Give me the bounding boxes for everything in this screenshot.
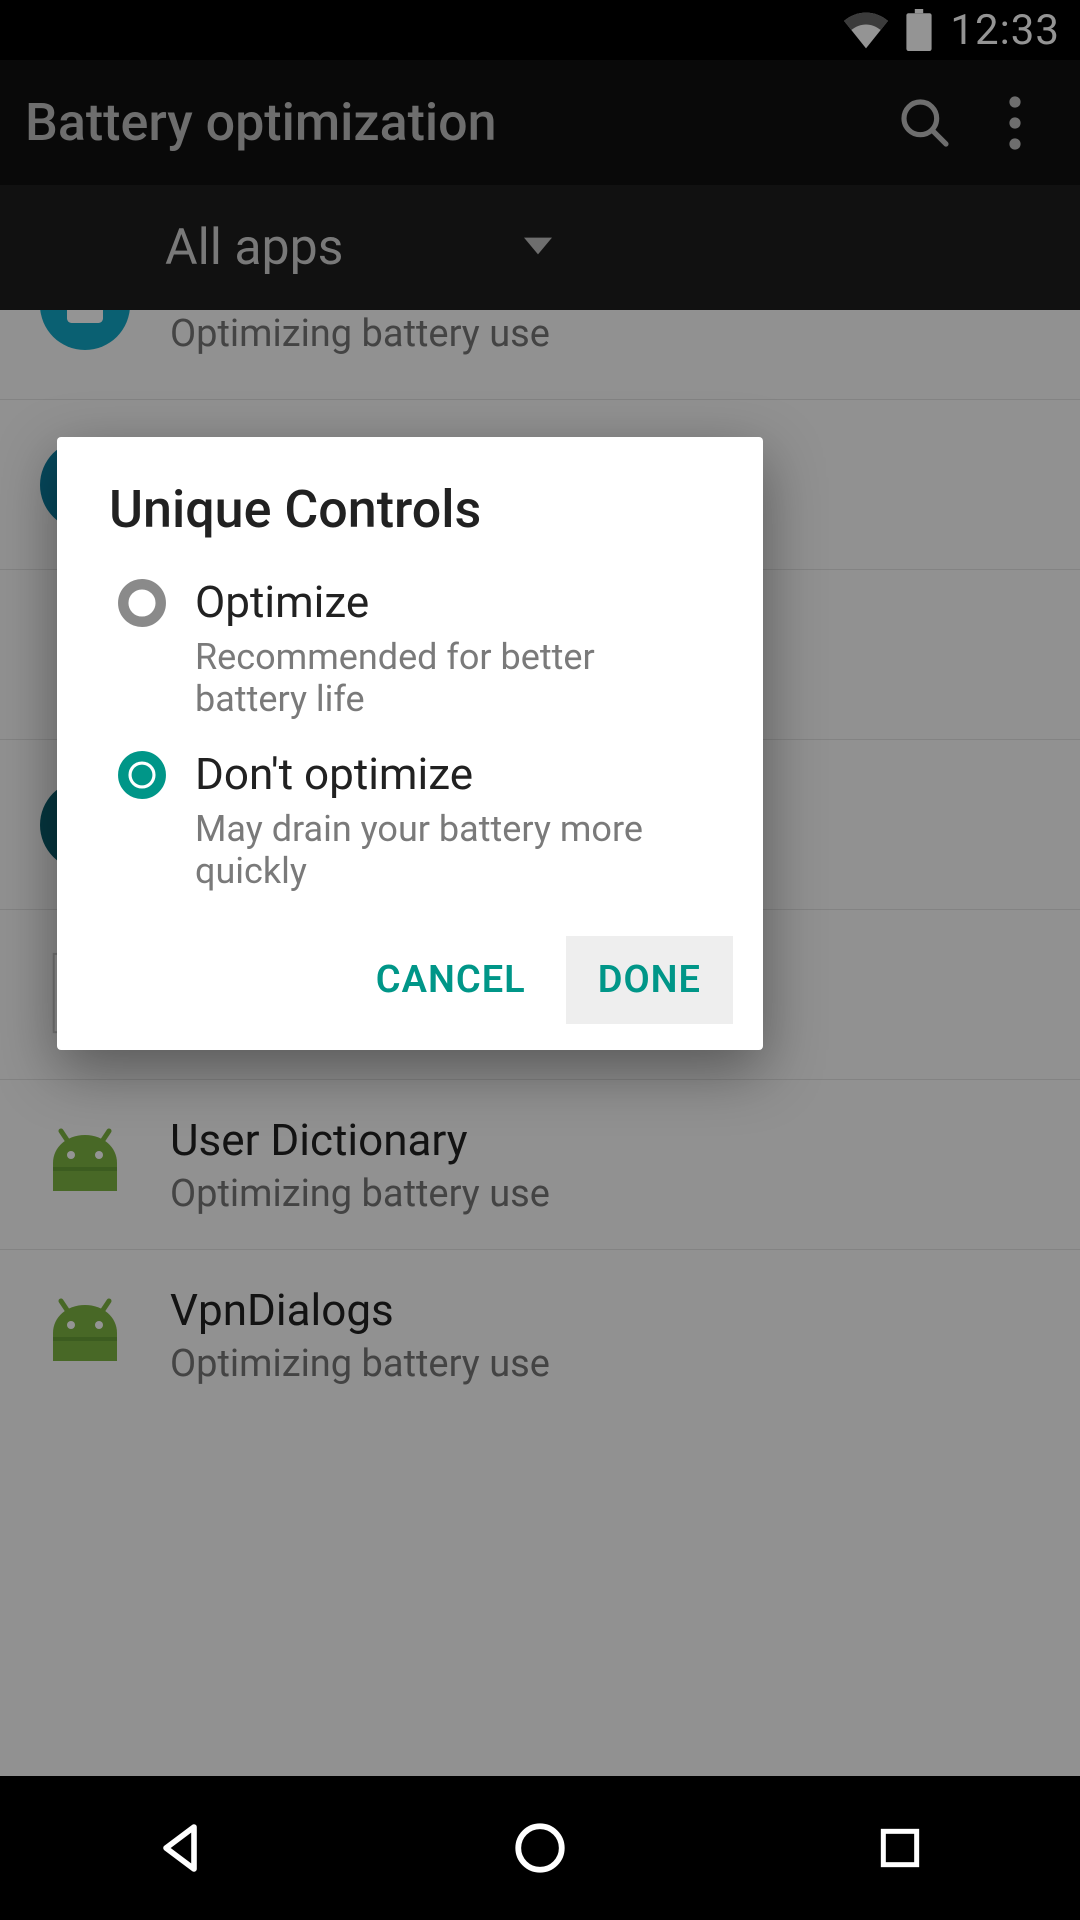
- recents-icon: [875, 1823, 925, 1873]
- option-label: Optimize: [195, 576, 711, 628]
- option-desc: Recommended for better battery life: [195, 636, 711, 720]
- radio-icon: [117, 750, 167, 800]
- back-icon: [152, 1820, 208, 1876]
- home-icon: [511, 1819, 569, 1877]
- optimization-dialog: Unique Controls Optimize Recommended for…: [57, 437, 763, 1050]
- back-button[interactable]: [80, 1798, 280, 1898]
- radio-icon: [117, 578, 167, 628]
- cancel-button[interactable]: CANCEL: [344, 936, 558, 1024]
- home-button[interactable]: [440, 1798, 640, 1898]
- navigation-bar: [0, 1776, 1080, 1920]
- dialog-title: Unique Controls: [57, 479, 763, 558]
- option-desc: May drain your battery more quickly: [195, 808, 711, 892]
- option-label: Don't optimize: [195, 748, 711, 800]
- option-optimize[interactable]: Optimize Recommended for better battery …: [57, 558, 763, 730]
- option-dont-optimize[interactable]: Don't optimize May drain your battery mo…: [57, 730, 763, 902]
- done-button[interactable]: DONE: [566, 936, 733, 1024]
- recents-button[interactable]: [800, 1798, 1000, 1898]
